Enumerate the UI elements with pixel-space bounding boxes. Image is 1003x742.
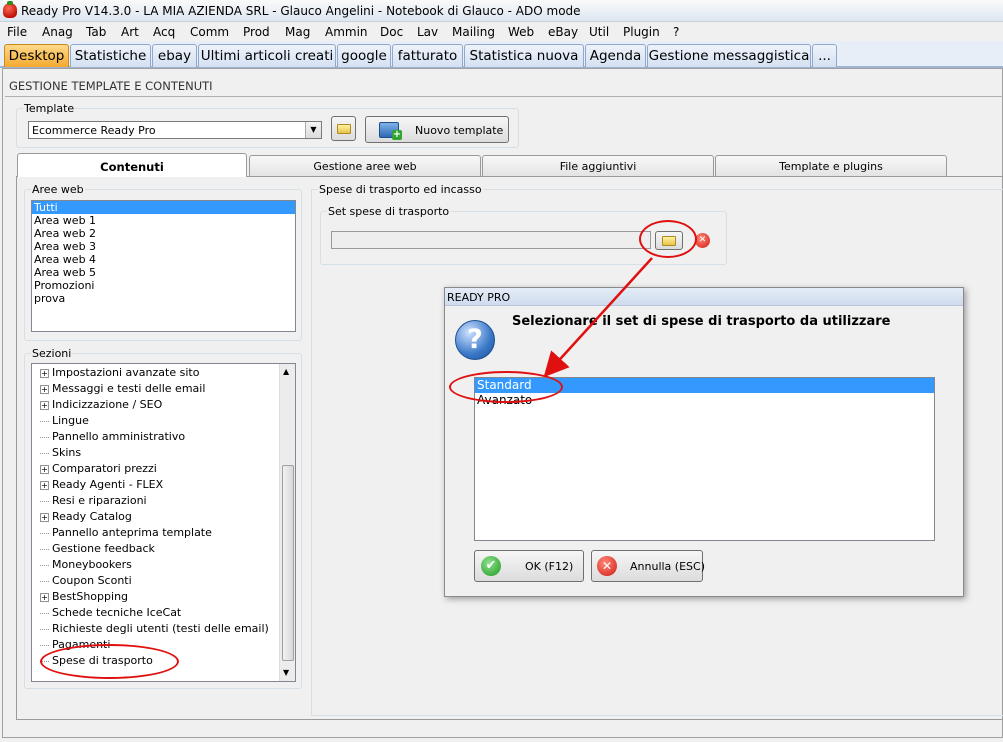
annotation-arrow	[543, 257, 653, 378]
